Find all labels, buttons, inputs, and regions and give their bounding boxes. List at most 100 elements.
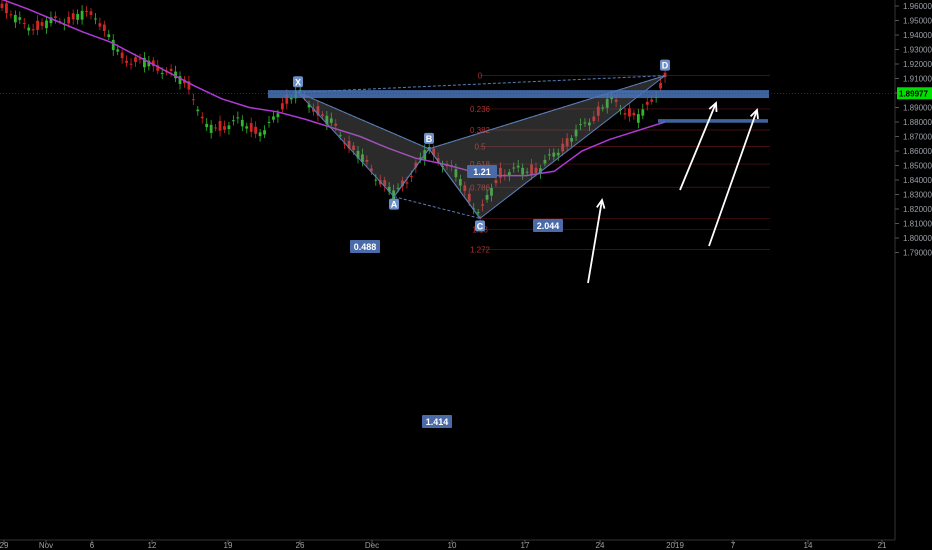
candle-body <box>205 123 209 128</box>
candle-body <box>258 132 262 137</box>
ratio-label: 1.414 <box>426 417 449 427</box>
candle-body <box>120 52 124 59</box>
candle-body <box>374 179 378 181</box>
candle-body <box>36 20 39 30</box>
y-tick-label: 1.94000 <box>903 31 932 40</box>
arrow-shaft <box>708 109 758 247</box>
candle-body <box>134 57 137 63</box>
candle-body <box>272 116 275 120</box>
x-tick-label: 24 <box>596 541 605 550</box>
candle-body <box>227 125 231 130</box>
candle-body <box>628 108 631 117</box>
candle-body <box>111 39 115 51</box>
y-tick-label: 1.85000 <box>903 162 932 171</box>
x-tick-label: 2019 <box>666 541 684 550</box>
candle-body <box>214 127 217 129</box>
candle-body <box>245 126 249 129</box>
candle-body <box>650 99 654 102</box>
candle-body <box>160 72 164 74</box>
candle-body <box>632 112 636 116</box>
candle-body <box>636 114 640 123</box>
y-tick-label: 1.93000 <box>903 46 932 55</box>
candle-body <box>85 11 88 13</box>
harmonic-pattern: X A B C D 0.488 1.414 2.044 1.21 <box>293 59 670 428</box>
pattern-point-label: C <box>477 221 484 231</box>
candle-body <box>5 3 8 14</box>
candle-body <box>129 63 133 65</box>
arrow-shaft <box>587 199 603 284</box>
y-tick-label: 1.84000 <box>903 176 932 185</box>
candle-body <box>40 22 44 26</box>
candle-body <box>31 29 35 31</box>
candle-body <box>410 176 413 178</box>
forex-chart[interactable]: 00.2360.3820.50.6180.78611.131.272 XABCD… <box>0 0 932 550</box>
y-tick-label: 1.86000 <box>903 147 932 156</box>
ratio-label: 2.044 <box>537 221 560 231</box>
candle-body <box>71 13 75 20</box>
y-tick-label: 1.81000 <box>903 220 932 229</box>
y-tick-label: 1.80000 <box>903 234 932 243</box>
x-tick-label: 10 <box>448 541 457 550</box>
y-tick-label: 1.79000 <box>903 249 932 258</box>
candle-body <box>22 22 26 24</box>
candle-body <box>276 113 280 118</box>
fib-level-label: 1.272 <box>470 246 491 255</box>
x-tick-label: 29 <box>0 541 9 550</box>
pattern-point-label: B <box>426 134 433 144</box>
x-tick-label: Nov <box>39 541 53 550</box>
ratio-label: 1.21 <box>473 167 491 177</box>
current-price-label: 1.89977 <box>899 89 928 98</box>
candle-body <box>254 126 258 134</box>
candle-body <box>196 109 200 112</box>
candle-body <box>659 83 662 89</box>
x-tick-label: 7 <box>731 541 736 550</box>
pattern-point-label: A <box>391 200 398 210</box>
candle-body <box>89 11 93 15</box>
pattern-triangle-xab <box>297 91 430 198</box>
fib-level-label: 0.236 <box>470 105 491 114</box>
y-tick-label: 1.92000 <box>903 60 932 69</box>
x-tick-label: Dec <box>365 541 379 550</box>
y-axis: 1.96000 1.95000 1.94000 1.93000 1.92000 1.910… <box>0 0 932 540</box>
candle-body <box>107 34 111 38</box>
y-tick-label: 1.82000 <box>903 205 932 214</box>
candle-body <box>209 124 213 133</box>
y-tick-label: 1.89000 <box>903 104 932 113</box>
y-tick-label: 1.96000 <box>903 2 932 11</box>
x-tick-label: 26 <box>296 541 305 550</box>
pattern-point-label: D <box>662 61 669 71</box>
candle-body <box>125 60 128 63</box>
candle-body <box>0 3 4 9</box>
candle-body <box>54 16 57 18</box>
y-tick-label: 1.95000 <box>903 17 932 26</box>
candle-body <box>13 14 17 23</box>
x-tick-label: 19 <box>224 541 233 550</box>
candle-body <box>80 10 84 20</box>
x-axis: 29 Nov 6 12 19 26 Dec 10 17 24 2019 7 14 21 <box>0 539 895 550</box>
y-tick-label: 1.91000 <box>903 75 932 84</box>
candle-body <box>645 101 649 105</box>
x-tick-label: 21 <box>878 541 887 550</box>
y-tick-label: 1.88000 <box>903 118 932 127</box>
candle-body <box>240 119 244 127</box>
candle-body <box>45 20 48 29</box>
y-tick-label: 1.87000 <box>903 133 932 142</box>
candle-body <box>169 68 173 71</box>
candle-body <box>223 126 226 130</box>
candle-body <box>102 24 106 31</box>
candle-body <box>18 17 22 20</box>
candle-body <box>191 99 195 101</box>
candle-body <box>200 116 204 119</box>
candle-body <box>94 18 97 20</box>
candle-body <box>623 113 627 115</box>
x-tick-label: 14 <box>804 541 813 550</box>
x-tick-label: 17 <box>521 541 530 550</box>
y-tick-label: 1.83000 <box>903 191 932 200</box>
candle-body <box>76 14 80 20</box>
candle-body <box>641 109 645 116</box>
candle-body <box>249 123 253 132</box>
candle-body <box>263 130 266 135</box>
x-tick-label: 12 <box>148 541 157 550</box>
candle-body <box>98 23 102 27</box>
ratio-label: 0.488 <box>354 242 377 252</box>
